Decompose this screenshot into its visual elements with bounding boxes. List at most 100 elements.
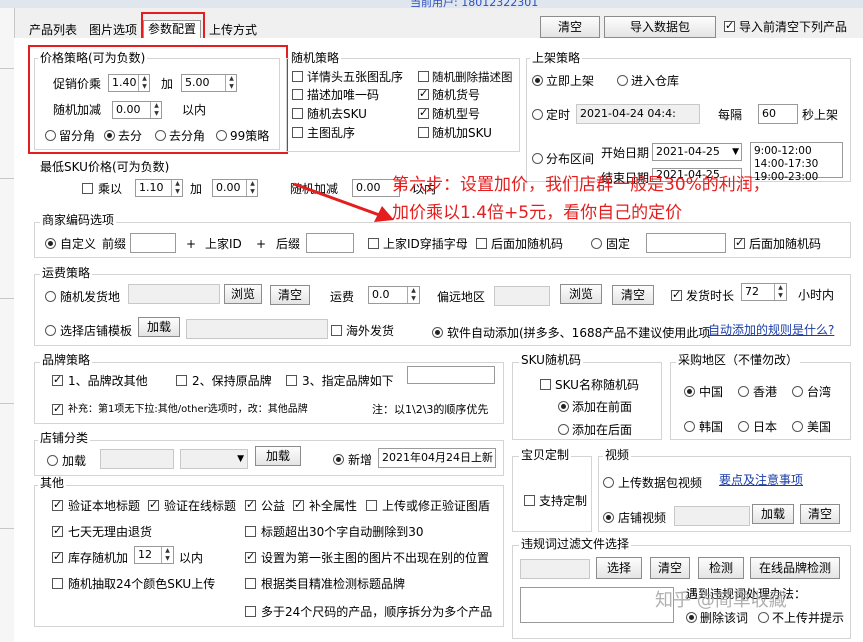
online-brand-check-button[interactable]: 在线品牌检测 <box>750 557 840 579</box>
browse-ship-place-button[interactable]: 浏览 <box>224 284 262 304</box>
random-model-checkbox[interactable] <box>418 106 429 119</box>
prefix-input[interactable] <box>130 233 176 253</box>
seven-day-return-checkbox[interactable] <box>52 524 63 537</box>
video-notice-link[interactable]: 要点及注意事项 <box>719 473 803 487</box>
fixed-code-radio[interactable] <box>591 238 602 249</box>
brand-specify-input[interactable] <box>407 366 495 384</box>
category-select-1[interactable] <box>100 449 174 469</box>
split-24-sizes-checkbox[interactable] <box>245 606 256 617</box>
new-category-radio[interactable] <box>333 454 344 465</box>
random-add-sku-checkbox[interactable] <box>418 127 429 138</box>
sku-add-spinner[interactable]: ▲ ▼ <box>246 180 258 196</box>
sku-add-front-radio[interactable] <box>558 401 569 412</box>
clear-violation-button[interactable]: 清空 <box>650 557 690 579</box>
random-delete-desc-image-checkbox[interactable] <box>418 71 429 82</box>
freight-spinner[interactable]: ▲ ▼ <box>407 287 419 303</box>
category-select-2[interactable]: ▼ <box>180 449 248 469</box>
brand-other-checkbox[interactable] <box>52 373 63 386</box>
region-korea-radio[interactable] <box>684 421 695 432</box>
time-slot[interactable]: 14:00-17:30 <box>754 158 839 171</box>
ship-time-spinner[interactable]: ▲ ▼ <box>774 284 786 300</box>
region-us-radio[interactable] <box>792 421 803 432</box>
stock-random-spinner[interactable]: ▲ ▼ <box>161 547 173 563</box>
publish-now-radio[interactable] <box>532 75 543 86</box>
remote-area-input[interactable] <box>494 286 550 306</box>
tab-upload-method[interactable]: 上传方式 <box>205 22 261 38</box>
load-template-button[interactable]: 加载 <box>138 317 180 337</box>
clear-ship-place-button[interactable]: 清空 <box>270 285 310 305</box>
brand-specify-checkbox[interactable] <box>286 375 297 386</box>
ship-time-checkbox[interactable] <box>671 288 682 301</box>
delete-word-radio[interactable] <box>686 612 697 623</box>
shuffle-main-images-checkbox[interactable] <box>292 127 303 138</box>
clear-before-import-checkbox[interactable] <box>724 19 735 32</box>
title-trim-30-checkbox[interactable] <box>245 526 256 537</box>
shop-template-radio[interactable] <box>45 325 56 336</box>
load-video-button[interactable]: 加载 <box>752 504 794 524</box>
random-24-colors-checkbox[interactable] <box>52 578 63 589</box>
template-input[interactable] <box>186 319 328 339</box>
timed-publish-radio[interactable] <box>532 109 543 120</box>
random-sku-number-checkbox[interactable] <box>418 87 429 100</box>
clear-button[interactable]: 清空 <box>540 16 600 38</box>
support-custom-checkbox[interactable] <box>524 495 535 506</box>
auto-add-rules-link[interactable]: 自动添加的规则是什么? <box>708 323 834 337</box>
verify-online-title-checkbox[interactable] <box>148 498 159 511</box>
clear-remote-button[interactable]: 清空 <box>612 285 654 305</box>
browse-remote-button[interactable]: 浏览 <box>560 284 602 304</box>
shuffle-detail-images-checkbox[interactable] <box>292 71 303 82</box>
new-category-input[interactable]: 2021年04月24日上新 <box>378 448 496 468</box>
custom-code-radio[interactable] <box>45 238 56 249</box>
fixed-code-input[interactable] <box>646 233 726 253</box>
random-ship-place-radio[interactable] <box>45 291 56 302</box>
fixed-append-random-checkbox[interactable] <box>734 236 745 249</box>
interleave-letters-checkbox[interactable] <box>368 238 379 249</box>
first-image-exclusive-checkbox[interactable] <box>245 550 256 563</box>
region-japan-radio[interactable] <box>738 421 749 432</box>
time-slots-list[interactable]: 9:00-12:00 14:00-17:30 19:00-23:00 <box>750 142 843 183</box>
complete-attributes-checkbox[interactable] <box>293 498 304 511</box>
region-china-radio[interactable] <box>684 386 695 397</box>
suffix-input[interactable] <box>306 233 354 253</box>
sku-multiply-checkbox[interactable] <box>82 183 93 194</box>
sku-multiply-spinner[interactable]: ▲ ▼ <box>171 180 183 196</box>
verify-local-title-checkbox[interactable] <box>52 498 63 511</box>
load-category-button[interactable]: 加载 <box>255 446 301 466</box>
region-tw-radio[interactable] <box>792 386 803 397</box>
timed-datetime-input[interactable]: 2021-04-24 04:4: <box>576 104 700 124</box>
brand-keep-checkbox[interactable] <box>176 375 187 386</box>
brand-note-checkbox[interactable] <box>52 402 63 415</box>
shop-video-input[interactable] <box>674 506 750 526</box>
start-date-input[interactable]: 2021-04-25 ▼ <box>652 143 742 161</box>
violation-words-textarea[interactable] <box>520 587 674 623</box>
tab-product-list[interactable]: 产品列表 <box>25 22 81 38</box>
to-warehouse-radio[interactable] <box>617 75 628 86</box>
sku-add-back-radio[interactable] <box>558 424 569 435</box>
clear-video-button[interactable]: 清空 <box>800 504 840 524</box>
desc-unique-code-checkbox[interactable] <box>292 89 303 100</box>
charity-checkbox[interactable] <box>245 498 256 511</box>
load-category-radio[interactable] <box>47 455 58 466</box>
brand-detect-checkbox[interactable] <box>245 578 256 589</box>
distribution-range-radio[interactable] <box>532 153 543 164</box>
upload-verify-image-checkbox[interactable] <box>366 500 377 511</box>
violation-file-input[interactable] <box>520 559 590 579</box>
auto-add-radio[interactable] <box>432 327 443 338</box>
stock-random-add-checkbox[interactable] <box>52 550 63 563</box>
region-hk-radio[interactable] <box>738 386 749 397</box>
append-random-checkbox[interactable] <box>476 238 487 249</box>
import-package-button[interactable]: 导入数据包 <box>604 16 716 38</box>
time-slot[interactable]: 9:00-12:00 <box>754 145 839 158</box>
overseas-checkbox[interactable] <box>331 325 342 336</box>
check-violation-button[interactable]: 检测 <box>698 557 744 579</box>
sku-name-random-checkbox[interactable] <box>540 379 551 390</box>
ship-place-input[interactable] <box>128 284 220 304</box>
random-remove-sku-checkbox[interactable] <box>292 108 303 119</box>
upload-package-video-radio[interactable] <box>603 477 614 488</box>
shop-video-radio[interactable] <box>603 512 614 523</box>
skip-upload-radio[interactable] <box>758 612 769 623</box>
interval-seconds-input[interactable]: 60 <box>758 104 798 124</box>
tab-image-options[interactable]: 图片选项 <box>85 22 141 38</box>
select-violation-file-button[interactable]: 选择 <box>596 557 642 579</box>
upload-verify-image-label: 上传或修正验证图盾 <box>382 499 491 513</box>
